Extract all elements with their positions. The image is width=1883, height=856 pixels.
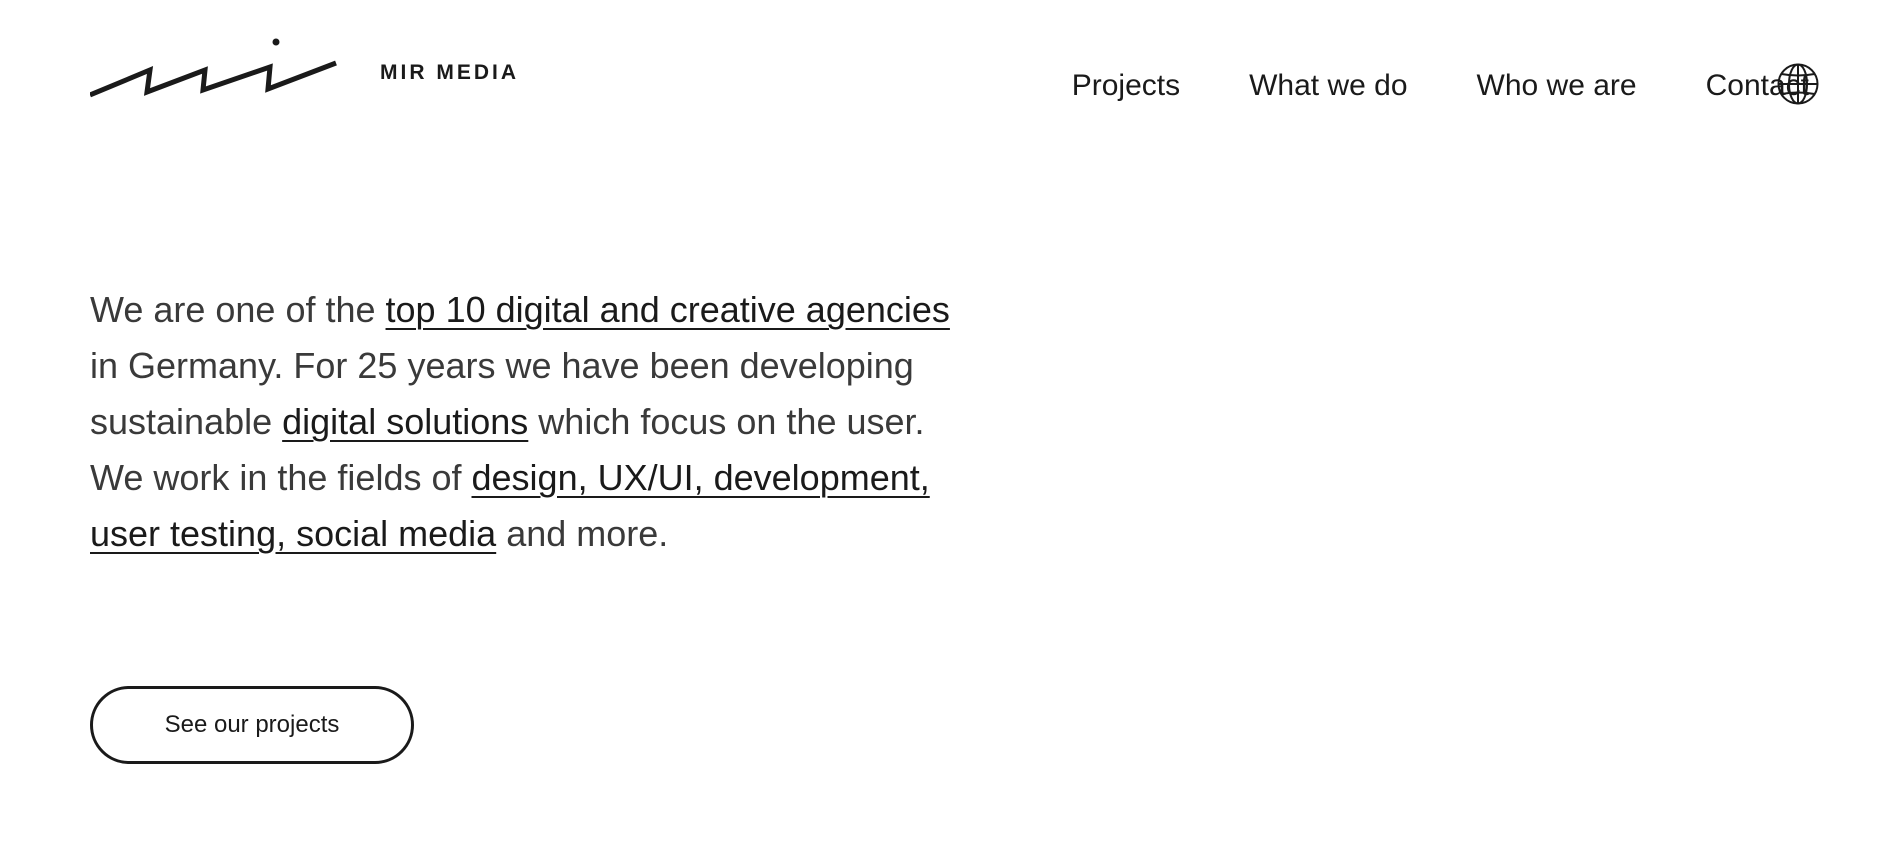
main-nav: Projects What we do Who we are Contact bbox=[1072, 66, 1883, 106]
nav-item-what-we-do[interactable]: What we do bbox=[1249, 66, 1407, 106]
nav-item-projects[interactable]: Projects bbox=[1072, 66, 1180, 106]
digital-solutions-link[interactable]: digital solutions bbox=[282, 401, 528, 442]
top-agencies-link[interactable]: top 10 digital and creative agencies bbox=[386, 289, 950, 330]
nav-item-who-we-are[interactable]: Who we are bbox=[1477, 66, 1637, 106]
mir-media-logo-icon bbox=[90, 38, 337, 98]
brand-name: MIR MEDIA bbox=[380, 61, 519, 84]
logo-link[interactable]: MIR MEDIA bbox=[90, 36, 519, 102]
globe-icon[interactable] bbox=[1776, 62, 1820, 106]
intro-text: We are one of the top 10 digital and cre… bbox=[90, 282, 960, 562]
see-projects-button[interactable]: See our projects bbox=[90, 686, 414, 764]
site-header: MIR MEDIA Projects What we do Who we are… bbox=[0, 0, 1883, 170]
intro-text-part: and more. bbox=[496, 513, 669, 554]
intro-text-part: We are one of the bbox=[90, 289, 386, 330]
page: MIR MEDIA Projects What we do Who we are… bbox=[0, 0, 1883, 856]
